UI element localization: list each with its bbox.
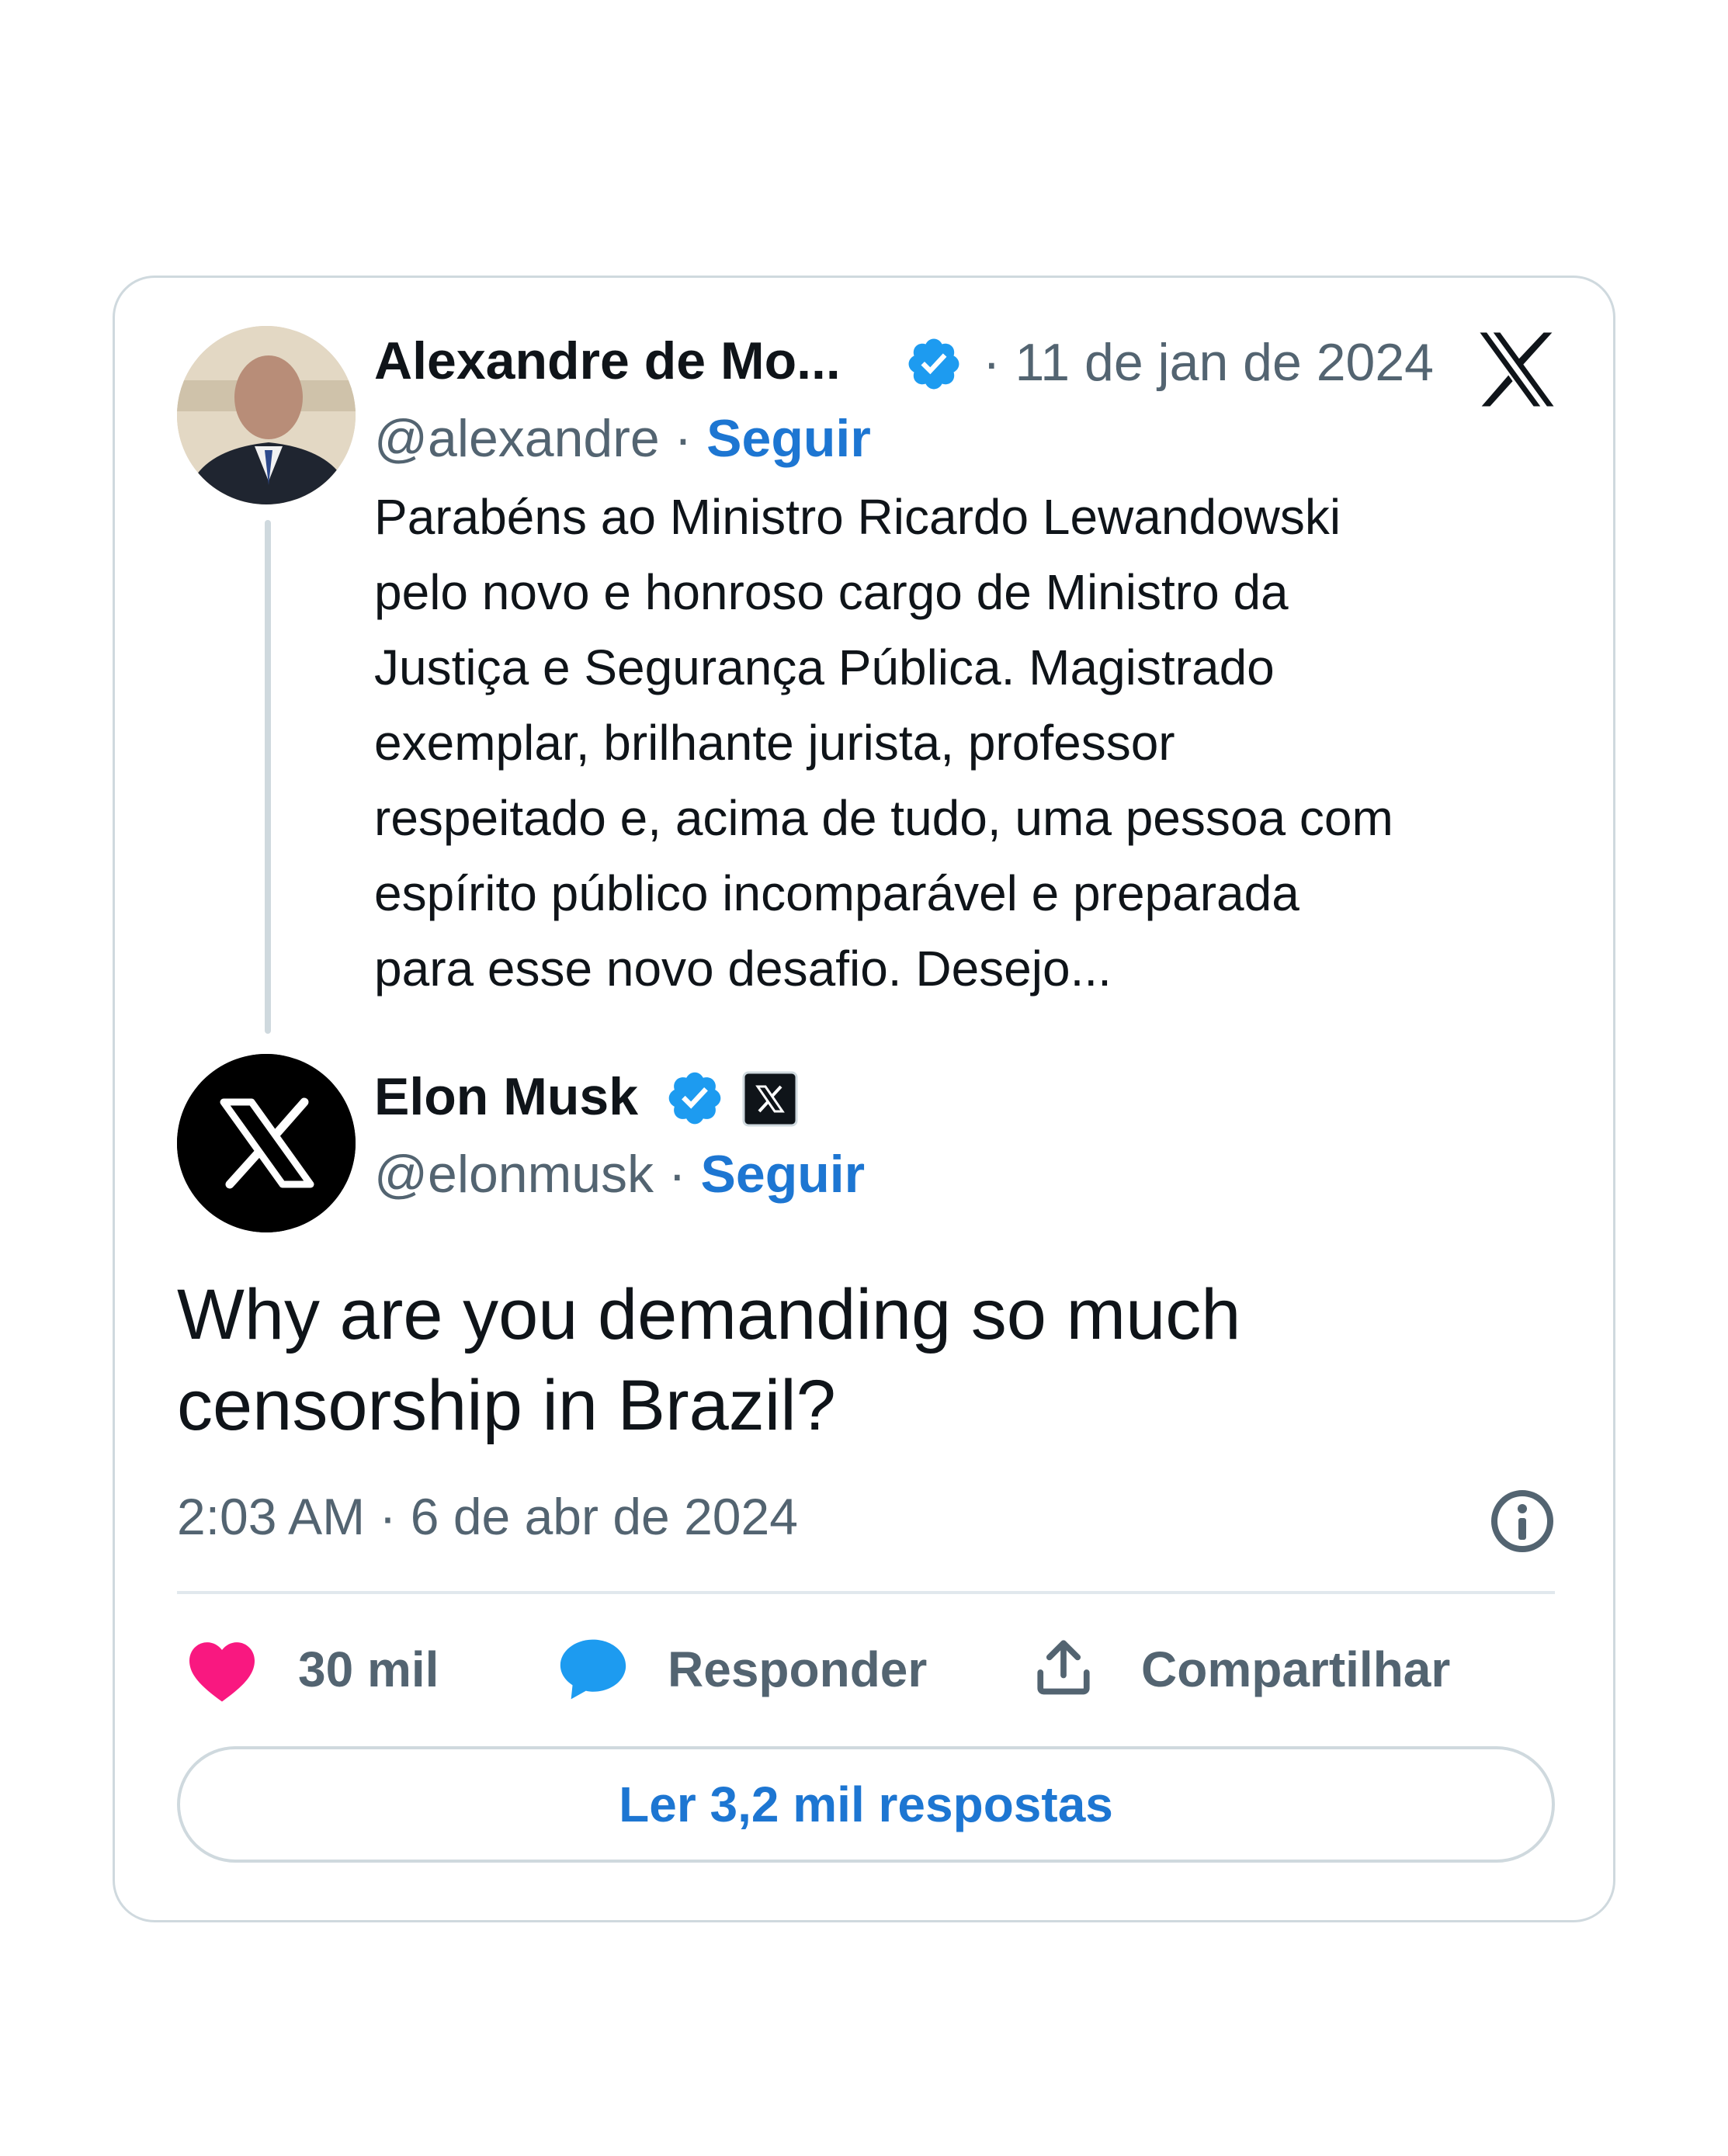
x-affiliate-badge-icon [742,1071,798,1127]
tweet-embed-card: Alexandre de Mo... · 11 de jan de 2024 @… [113,276,1615,1922]
x-logo-avatar-icon [177,1054,356,1232]
main-handle[interactable]: @elonmusk [374,1145,654,1204]
quoted-handle-row: @alexandre · Seguir [374,408,871,469]
reply-button-label[interactable]: Responder [668,1641,927,1698]
quoted-date[interactable]: · 11 de jan de 2024 [983,332,1434,393]
main-handle-row: @elonmusk · Seguir [374,1144,865,1205]
likes-count[interactable]: 30 mil [298,1641,439,1698]
alexandre-avatar[interactable] [177,326,356,504]
share-button-label[interactable]: Compartilhar [1141,1641,1450,1698]
main-author-name[interactable]: Elon Musk [374,1066,638,1127]
quoted-follow-link[interactable]: Seguir [706,409,871,468]
share-icon[interactable] [1031,1634,1096,1700]
separator-dot: · [674,409,692,468]
elon-avatar[interactable] [177,1054,356,1232]
separator-dot: · [668,1145,686,1204]
actions-divider [177,1591,1555,1594]
tweet-timestamp[interactable]: 2:03 AM · 6 de abr de 2024 [177,1487,798,1546]
read-replies-button[interactable]: Ler 3,2 mil respostas [177,1746,1555,1863]
x-logo-icon[interactable] [1475,331,1559,408]
quoted-tweet-text[interactable]: Parabéns ao Ministro Ricardo Lewandowski… [374,480,1601,1007]
quoted-author-name[interactable]: Alexandre de Mo... [374,331,841,391]
verified-badge-icon [668,1072,721,1125]
main-tweet-text[interactable]: Why are you demanding so much censorship… [177,1270,1497,1451]
avatar-photo [177,326,356,504]
heart-icon[interactable] [186,1638,258,1703]
thread-connector-line [265,520,271,1034]
verified-badge-icon [908,338,959,390]
main-follow-link[interactable]: Seguir [701,1145,866,1204]
info-icon[interactable] [1487,1485,1558,1557]
reply-bubble-icon[interactable] [557,1636,629,1703]
quoted-handle[interactable]: @alexandre [374,409,660,468]
